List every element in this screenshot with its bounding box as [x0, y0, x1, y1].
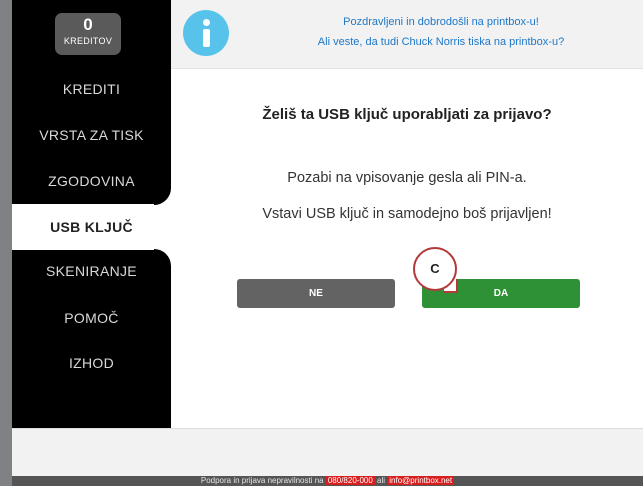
tip-text: Ali veste, da tudi Chuck Norris tiska na…: [317, 36, 565, 48]
callout-marker: C: [413, 247, 457, 291]
support-footer: Podpora in prijava nepravilnosti na 080/…: [12, 476, 643, 486]
sidebar-item-usb-kljuc[interactable]: USB KLJUČ: [12, 204, 171, 250]
credits-value: 0: [83, 15, 93, 34]
info-icon: [183, 10, 229, 56]
footer-text: Podpora in prijava nepravilnosti na: [200, 476, 324, 485]
credits-label: KREDITOV: [63, 36, 113, 46]
welcome-text: Pozdravljeni in dobrodošli na printbox-u…: [343, 16, 539, 28]
footer-or: ali: [377, 476, 386, 485]
info-message-1: Pozabi na vpisovanje gesla ali PIN-a.: [287, 170, 527, 186]
sidebar-item-skeniranje[interactable]: SKENIRANJE: [12, 248, 171, 294]
sidebar-item-krediti[interactable]: KREDITI: [12, 66, 171, 112]
sidebar-item-izhod[interactable]: IZHOD: [12, 340, 171, 386]
info-message-2: Vstavi USB ključ in samodejno boš prijav…: [262, 206, 552, 222]
bottom-panel: [12, 428, 643, 477]
info-header: Pozdravljeni in dobrodošli na printbox-u…: [171, 0, 643, 69]
usb-login-question: Želiš ta USB ključ uporabljati za prijav…: [262, 106, 552, 123]
active-tab-notch-top: [154, 188, 171, 205]
sidebar: 0 KREDITOV KREDITI VRSTA ZA TISK ZGODOVI…: [12, 0, 171, 428]
sidebar-item-zgodovina[interactable]: ZGODOVINA: [12, 158, 171, 204]
credits-badge: 0 KREDITOV: [55, 13, 121, 55]
active-tab-notch-bottom: [154, 249, 171, 266]
support-phone: 080/820-000: [325, 476, 375, 485]
sidebar-item-vrsta-za-tisk[interactable]: VRSTA ZA TISK: [12, 112, 171, 158]
no-button[interactable]: NE: [237, 279, 395, 308]
printbox-screen: 0 KREDITOV KREDITI VRSTA ZA TISK ZGODOVI…: [12, 0, 643, 486]
sidebar-item-pomoc[interactable]: POMOČ: [12, 295, 171, 341]
support-email[interactable]: info@printbox.net: [387, 476, 455, 485]
